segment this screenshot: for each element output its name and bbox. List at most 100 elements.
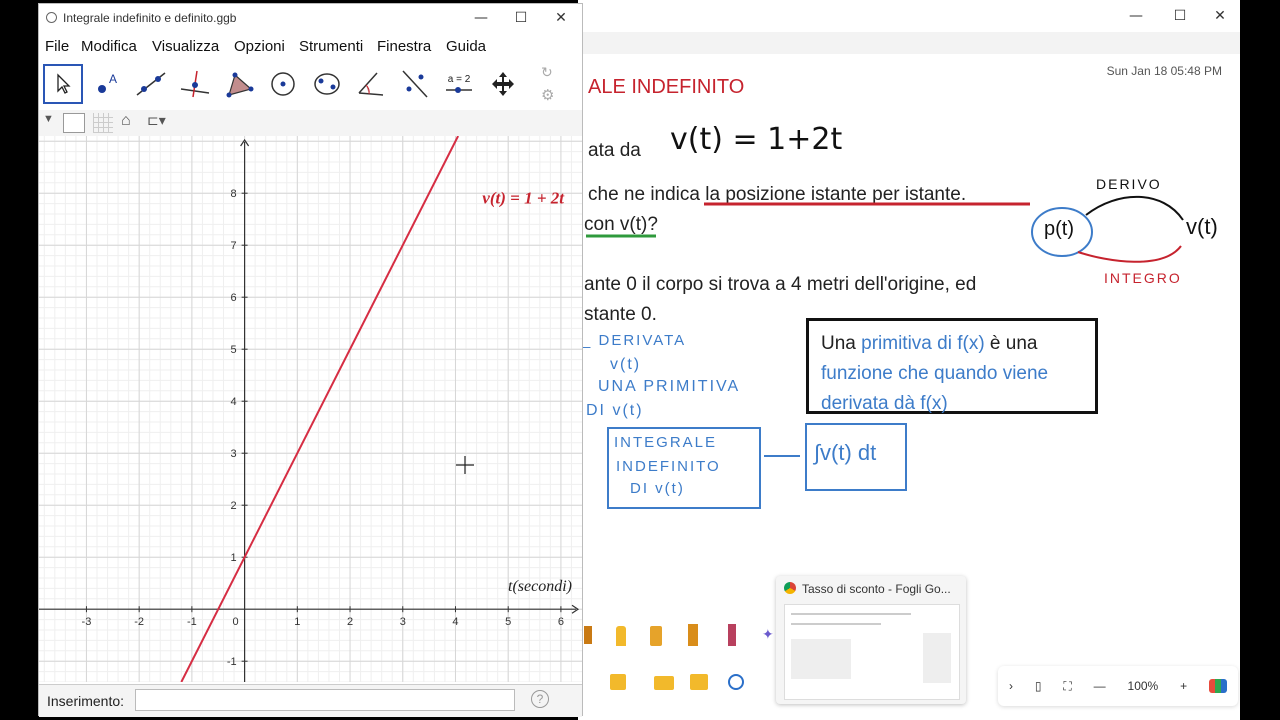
zoom-in-icon[interactable]: + — [1180, 679, 1187, 693]
map-icon[interactable]: ▯ — [1035, 679, 1042, 693]
hand-note-2: v(t) — [610, 356, 642, 373]
insert-icon[interactable] — [690, 674, 708, 690]
pen-tray: ✦ — [578, 616, 778, 706]
hand-box-1: INTEGRALE — [614, 434, 718, 451]
menu-guida[interactable]: Guida — [446, 38, 486, 55]
point-capture-icon[interactable]: ⊏▾ — [147, 112, 166, 129]
folder-icon[interactable] — [654, 676, 674, 690]
settings-gear-icon[interactable]: ⚙ — [541, 86, 554, 104]
slider-tool-icon[interactable]: a = 2 — [439, 64, 479, 104]
reflect-tool-icon[interactable] — [395, 64, 435, 104]
hand-p: p(t) — [1044, 218, 1074, 240]
x-tick-label: 1 — [294, 616, 300, 628]
fit-screen-icon[interactable]: ⛶ — [1063, 679, 1071, 694]
y-tick-label: 2 — [230, 500, 236, 512]
globe-icon[interactable] — [728, 674, 744, 690]
style-bar: ▼ ⌂ ⊏▾ — [39, 110, 582, 137]
hand-integral: ∫v(t) dt — [814, 440, 877, 465]
menu-bar: File Modifica Visualizza Opzioni Strumen… — [39, 32, 582, 60]
conic-tool-icon[interactable] — [307, 64, 347, 104]
move-graphics-tool-icon[interactable] — [483, 64, 523, 104]
menu-file[interactable]: File — [45, 38, 69, 55]
definition-callout: Una primitiva di f(x) è una funzione che… — [806, 318, 1098, 414]
x-tick-label: 5 — [505, 616, 511, 628]
maximize-icon[interactable]: ☐ — [501, 2, 541, 34]
angle-tool-icon[interactable] — [351, 64, 391, 104]
slider-tool-label: a = 2 — [447, 73, 471, 85]
home-icon[interactable]: ⌂ — [121, 112, 131, 130]
menu-visualizza[interactable]: Visualizza — [152, 38, 219, 55]
function-line — [180, 135, 460, 683]
circle-tool-icon[interactable] — [263, 64, 303, 104]
y-tick-label: 7 — [230, 240, 236, 252]
preview-title: Tasso di sconto - Fogli Go... — [802, 582, 951, 596]
chrome-icon — [784, 582, 796, 594]
x-tick-label: 4 — [452, 616, 458, 628]
redo-icon[interactable]: ↻ — [541, 64, 553, 81]
close-icon[interactable]: ✕ — [541, 2, 581, 34]
x-tick-label: 0 — [233, 616, 239, 628]
y-tick-label: 8 — [230, 188, 236, 200]
hand-note-1: _ DERIVATA — [582, 332, 687, 349]
menu-finestra[interactable]: Finestra — [377, 38, 431, 55]
zoom-bar: › ▯ ⛶ — 100% + — [998, 666, 1238, 706]
perpendicular-tool-icon[interactable] — [175, 64, 215, 104]
zoom-level: 100% — [1127, 679, 1159, 693]
zoom-out-icon[interactable]: — — [1094, 679, 1106, 693]
callout-text-2: è una — [984, 333, 1038, 354]
axes-toggle-icon[interactable] — [63, 113, 85, 133]
y-tick-label: 4 — [230, 396, 236, 408]
y-tick-label: 3 — [230, 448, 236, 460]
help-icon[interactable]: ? — [531, 690, 549, 708]
sticky-note-icon[interactable] — [610, 674, 626, 690]
geogebra-titlebar: Integrale indefinito e definito.ggb — ☐ … — [39, 4, 582, 32]
input-label: Inserimento: — [47, 693, 125, 709]
y-tick-label: -1 — [227, 656, 237, 668]
menu-modifica[interactable]: Modifica — [81, 38, 137, 55]
x-tick-label: 3 — [400, 616, 406, 628]
grid-toggle-icon[interactable] — [93, 113, 113, 133]
y-tick-label: 1 — [230, 552, 236, 564]
point-tool-icon[interactable]: A — [87, 64, 127, 104]
minimize-icon[interactable]: — — [461, 2, 501, 34]
tool-bar: A a = 2 ↻ ⚙ — [39, 60, 582, 110]
function-plot[interactable]: -3 -2 -1 0 1 2 3 4 5 6 -1 1 2 3 4 5 6 7 8 v(t) = 1 + 2t t(se… — [39, 135, 582, 683]
taskbar-preview[interactable]: Tasso di sconto - Fogli Go... — [776, 576, 966, 704]
highlighter-icon[interactable] — [616, 626, 626, 646]
line-tool-icon[interactable] — [131, 64, 171, 104]
hand-formula: v(t) = 1+2t — [670, 122, 843, 157]
whiteboard-window: — ☐ ✕ Sun Jan 18 05:48 PM ALE INDEFINITO… — [578, 0, 1240, 720]
pen-icon[interactable] — [584, 626, 592, 644]
hand-note-3: UNA PRIMITIVA — [598, 378, 741, 395]
graphics-view[interactable]: -3 -2 -1 0 1 2 3 4 5 6 -1 1 2 3 4 5 6 7 8 v(t) = 1 + 2t t(se… — [39, 135, 582, 683]
move-tool-icon[interactable] — [43, 64, 83, 104]
menu-opzioni[interactable]: Opzioni — [234, 38, 285, 55]
callout-text-1: Una — [821, 333, 862, 354]
integro-arrow — [1077, 245, 1182, 263]
app-logo-icon[interactable] — [1209, 679, 1228, 693]
x-tick-label: -1 — [187, 616, 197, 628]
y-tick-label: 5 — [230, 344, 236, 356]
input-field[interactable] — [135, 689, 515, 711]
derivo-arrow — [1085, 195, 1184, 221]
hand-box-3: DI v(t) — [630, 480, 685, 497]
menu-strumenti[interactable]: Strumenti — [299, 38, 363, 55]
chevron-right-icon[interactable]: › — [1009, 679, 1013, 693]
crosshair-cursor-icon — [456, 456, 474, 474]
brush-icon[interactable] — [688, 624, 698, 646]
callout-highlight-1: primitiva di f(x) — [861, 333, 985, 354]
polygon-tool-icon[interactable] — [219, 64, 259, 104]
toggle-stylebar-icon[interactable]: ▼ — [43, 113, 54, 125]
x-axis-label: t(secondi) — [508, 578, 572, 595]
callout-highlight-2: funzione che quando viene — [821, 363, 1049, 384]
x-tick-label: 6 — [558, 616, 564, 628]
callout-highlight-3: derivata dà f(x) — [821, 393, 948, 414]
y-tick-label: 6 — [230, 292, 236, 304]
x-tick-label: -3 — [82, 616, 92, 628]
hand-v: v(t) — [1186, 214, 1218, 239]
hand-box-2: INDEFINITO — [616, 458, 721, 475]
x-tick-label: -2 — [134, 616, 144, 628]
pin-icon[interactable] — [728, 624, 736, 646]
marker-icon[interactable] — [650, 626, 662, 646]
sparkle-icon[interactable]: ✦ — [762, 626, 774, 643]
